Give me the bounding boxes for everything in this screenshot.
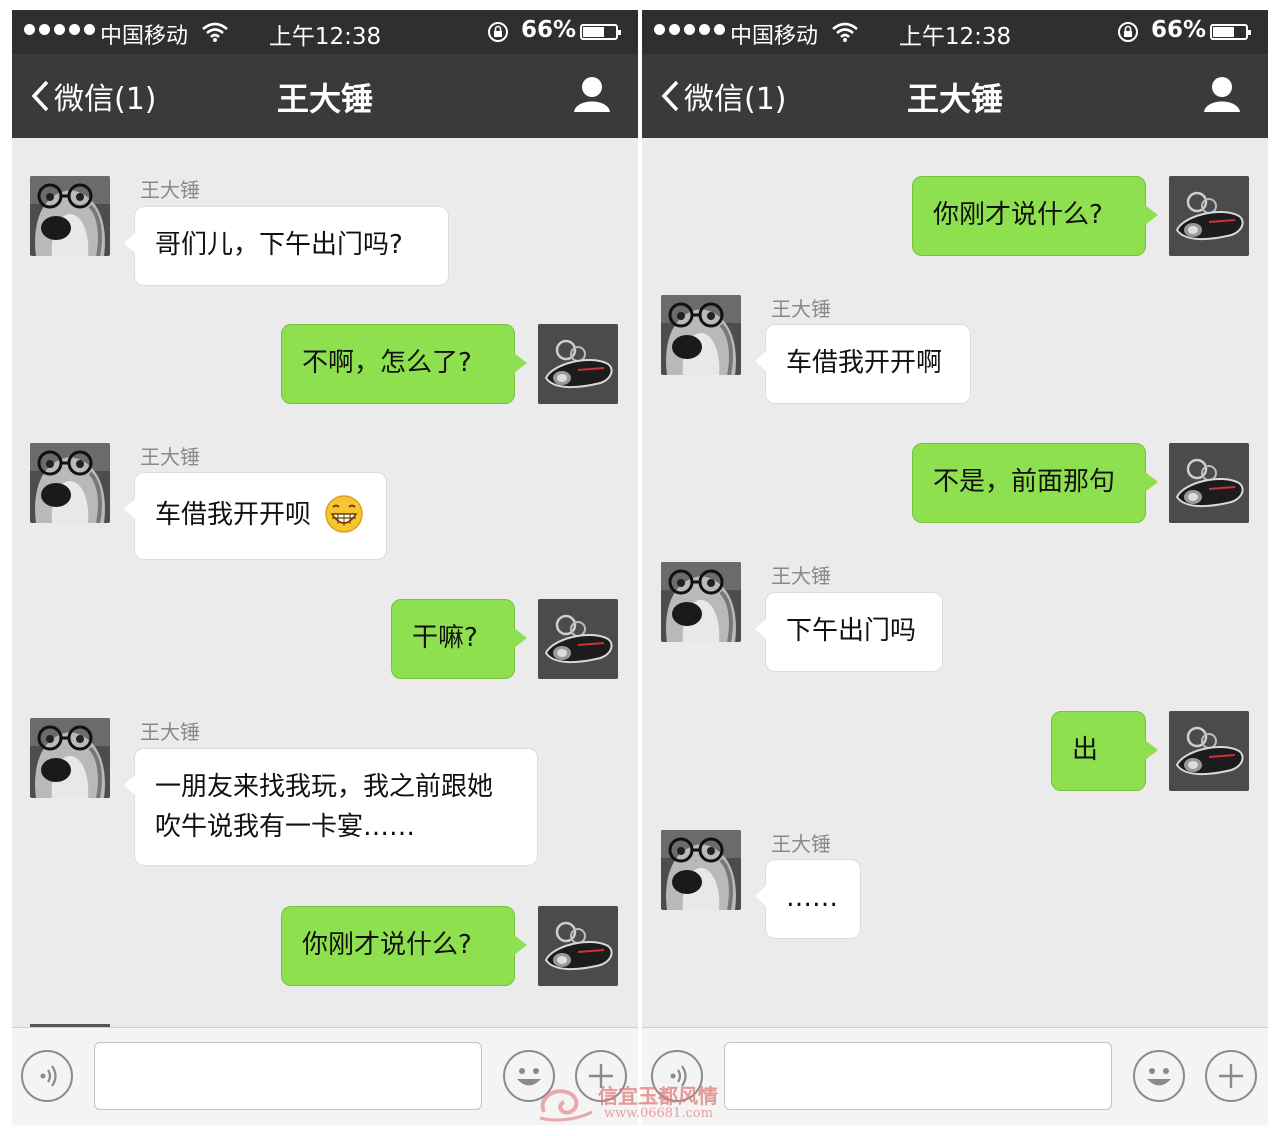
my-avatar[interactable] bbox=[538, 906, 618, 986]
input-bar bbox=[642, 1027, 1268, 1125]
message-bubble[interactable]: 下午出门吗 bbox=[755, 592, 943, 672]
message-text: 不是，前面那句 bbox=[933, 467, 1116, 497]
message-list: 王大锤 哥们儿，下午出门吗? 不啊，怎么了? 王大锤 车借我开开呗 干嘛? 王大… bbox=[12, 138, 638, 1030]
battery-percent: 66% bbox=[1151, 17, 1207, 43]
sender-name: 王大锤 bbox=[771, 564, 831, 588]
grinning-emoji-icon bbox=[325, 495, 363, 533]
status-bar: 中国移动 上午12:38 66% bbox=[642, 10, 1268, 54]
message-bubble[interactable]: 干嘛? bbox=[391, 599, 527, 679]
message-text: 下午出门吗 bbox=[786, 616, 917, 646]
plus-icon bbox=[1219, 1064, 1243, 1088]
my-avatar[interactable] bbox=[1169, 176, 1249, 256]
chat-title: 王大锤 bbox=[276, 80, 373, 118]
contact-avatar[interactable] bbox=[30, 443, 110, 523]
more-button[interactable] bbox=[575, 1050, 627, 1102]
smiley-icon bbox=[517, 1068, 541, 1086]
sender-name: 王大锤 bbox=[140, 445, 200, 469]
voice-icon bbox=[40, 1065, 57, 1087]
message-text: 不啊，怎么了? bbox=[302, 348, 472, 378]
emoji-button[interactable] bbox=[503, 1050, 555, 1102]
profile-icon[interactable] bbox=[572, 74, 612, 114]
message-bubble[interactable]: 出 bbox=[1051, 711, 1158, 791]
sender-name: 王大锤 bbox=[771, 297, 831, 321]
smiley-icon bbox=[1147, 1068, 1171, 1086]
profile-icon[interactable] bbox=[1202, 74, 1242, 114]
chat-title: 王大锤 bbox=[906, 80, 1003, 118]
plus-icon bbox=[589, 1064, 613, 1088]
message-text-line: 吹牛说我有一卡宴…… bbox=[155, 812, 416, 842]
chat-screen-left: 中国移动 上午12:38 66% 微信(1) 王大锤 王大锤 哥们儿，下午出门吗… bbox=[12, 10, 638, 1125]
message-bubble[interactable]: 不啊，怎么了? bbox=[281, 324, 527, 404]
sender-name: 王大锤 bbox=[771, 832, 831, 856]
message-bubble[interactable]: 车借我开开呗 bbox=[124, 472, 387, 560]
contact-avatar[interactable] bbox=[661, 562, 741, 642]
message-bubble[interactable]: 不是，前面那句 bbox=[912, 443, 1158, 523]
status-bar: 中国移动 上午12:38 66% bbox=[12, 10, 638, 54]
message-text: 车借我开开啊 bbox=[786, 348, 943, 378]
message-list: 你刚才说什么? 王大锤 车借我开开啊 不是，前面那句 王大锤 下午出门吗 出 王… bbox=[642, 138, 1268, 1028]
my-avatar[interactable] bbox=[538, 599, 618, 679]
more-button[interactable] bbox=[1205, 1050, 1257, 1102]
message-text-line: 一朋友来找我玩，我之前跟她 bbox=[155, 772, 494, 802]
message-text: …… bbox=[786, 883, 838, 913]
message-text: 哥们儿，下午出门吗? bbox=[155, 230, 403, 260]
nav-bar: 微信(1) 王大锤 bbox=[642, 54, 1268, 138]
sender-name: 王大锤 bbox=[140, 178, 200, 202]
voice-button[interactable] bbox=[21, 1050, 73, 1102]
message-text: 你刚才说什么? bbox=[302, 930, 472, 960]
contact-avatar[interactable] bbox=[30, 718, 110, 798]
my-avatar[interactable] bbox=[1169, 711, 1249, 791]
my-avatar[interactable] bbox=[1169, 443, 1249, 523]
chat-screen-right: 中国移动 上午12:38 66% 微信(1) 王大锤 你刚才说什么? 王大锤 车… bbox=[642, 10, 1268, 1125]
sender-name: 王大锤 bbox=[140, 720, 200, 744]
message-text: 你刚才说什么? bbox=[933, 200, 1103, 230]
message-input[interactable] bbox=[724, 1042, 1112, 1110]
message-bubble[interactable]: …… bbox=[755, 859, 861, 939]
contact-avatar[interactable] bbox=[661, 830, 741, 910]
message-bubble[interactable]: 你刚才说什么? bbox=[281, 906, 527, 986]
orientation-lock-icon bbox=[1118, 22, 1138, 42]
my-avatar[interactable] bbox=[538, 324, 618, 404]
orientation-lock-icon bbox=[488, 22, 508, 42]
nav-bar: 微信(1) 王大锤 bbox=[12, 54, 638, 138]
contact-avatar[interactable] bbox=[30, 176, 110, 256]
message-bubble[interactable]: 一朋友来找我玩，我之前跟她 吹牛说我有一卡宴…… bbox=[124, 748, 538, 866]
voice-button[interactable] bbox=[651, 1050, 703, 1102]
message-input[interactable] bbox=[94, 1042, 482, 1110]
input-bar bbox=[12, 1027, 638, 1125]
message-text: 出 bbox=[1072, 735, 1099, 765]
message-text: 干嘛? bbox=[412, 623, 478, 653]
message-bubble[interactable]: 哥们儿，下午出门吗? bbox=[124, 206, 449, 286]
emoji-button[interactable] bbox=[1133, 1050, 1185, 1102]
battery-icon bbox=[580, 24, 621, 40]
battery-icon bbox=[1210, 24, 1251, 40]
battery-percent: 66% bbox=[521, 17, 577, 43]
message-bubble[interactable]: 你刚才说什么? bbox=[912, 176, 1158, 256]
voice-icon bbox=[670, 1065, 687, 1087]
message-text: 车借我开开呗 bbox=[155, 500, 312, 530]
contact-avatar[interactable] bbox=[661, 295, 741, 375]
message-bubble[interactable]: 车借我开开啊 bbox=[755, 324, 971, 404]
